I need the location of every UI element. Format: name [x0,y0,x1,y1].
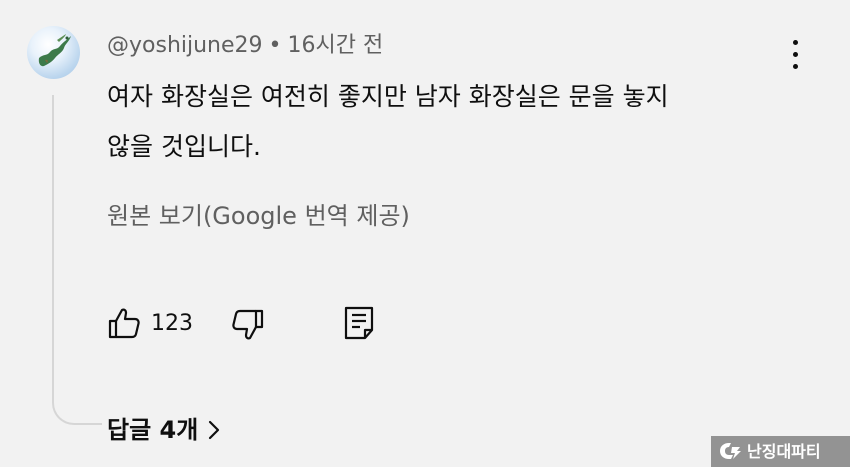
thumbs-up-icon[interactable] [107,306,141,340]
like-count: 123 [151,311,193,336]
view-replies-button[interactable]: 답글 4개 [107,412,222,448]
comment-timestamp[interactable]: 16시간 전 [288,33,384,58]
thumbs-down-icon[interactable] [231,308,265,342]
comment-text-line: 않을 것입니다. [107,132,261,161]
avatar-globe-image [38,34,71,67]
menu-dot [793,64,798,69]
reply-comment-icon[interactable] [343,305,375,341]
header-separator: • [268,33,282,58]
more-vert-icon[interactable] [786,38,806,72]
author-handle[interactable]: @yoshijune29 [107,33,263,58]
avatar[interactable] [27,26,80,79]
watermark-logo-icon [720,443,741,459]
chevron-right-icon [209,420,220,440]
comment-header: @yoshijune29 • 16시간 전 [107,31,383,61]
reply-thread-line [52,95,102,425]
watermark-text: 난징대파티 [747,442,821,461]
menu-dot [793,40,798,45]
replies-label: 답글 4개 [107,416,199,444]
menu-dot [793,52,798,57]
view-original-link[interactable]: 원본 보기(Google 번역 제공) [107,198,410,234]
watermark: 난징대파티 [711,436,850,467]
comment-text: 여자 화장실은 여전히 좋지만 남자 화장실은 문을 놓지 않을 것입니다. [107,72,787,172]
comment-text-line: 여자 화장실은 여전히 좋지만 남자 화장실은 문을 놓지 [107,82,669,111]
